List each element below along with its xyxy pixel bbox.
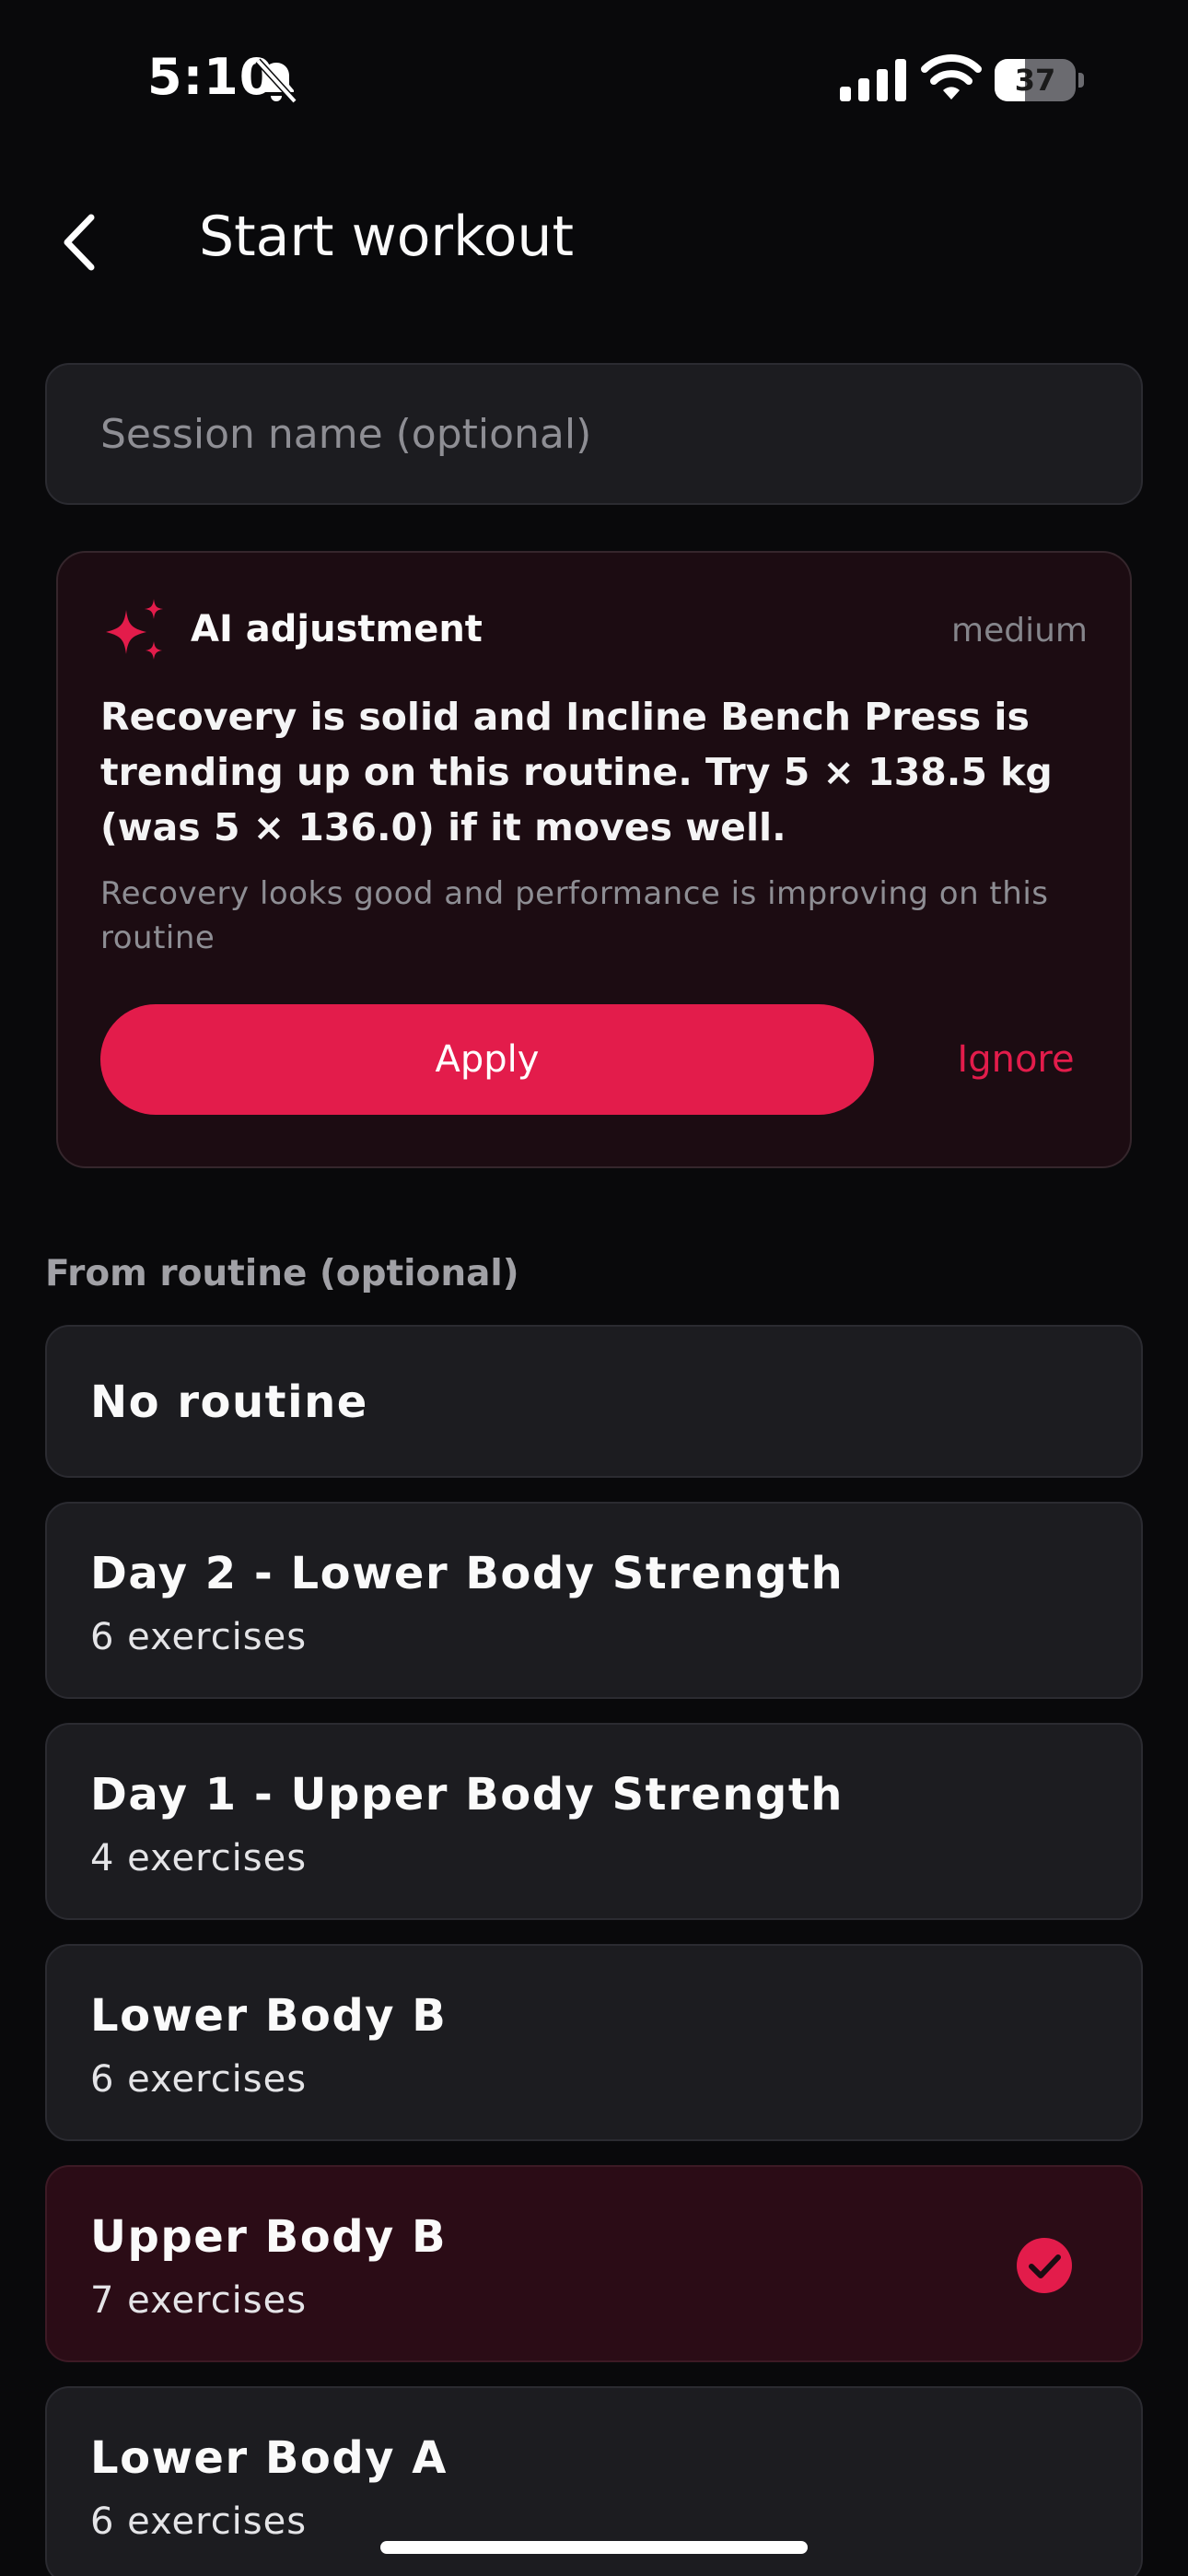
routine-item-day2-lower[interactable]: Day 2 - Lower Body Strength 6 exercises [45,1502,1143,1699]
routine-exercise-count: 4 exercises [90,1837,308,1879]
routine-section-label: From routine (optional) [45,1253,519,1294]
signal-icon [840,59,906,101]
routine-item-lower-body-b[interactable]: Lower Body B 6 exercises [45,1944,1143,2141]
page-title: Start workout [199,205,574,269]
routine-exercise-count: 6 exercises [90,2058,308,2101]
apply-button[interactable]: Apply [100,1004,874,1115]
back-button[interactable] [46,201,111,284]
routine-item-no-routine[interactable]: No routine [45,1325,1143,1478]
ai-confidence-level: medium [951,612,1088,650]
sparkle-icon [106,599,163,660]
routine-exercise-count: 7 exercises [90,2279,308,2322]
wifi-icon [921,54,982,100]
routine-exercise-count: 6 exercises [90,2500,308,2543]
ignore-button[interactable]: Ignore [924,1004,1108,1115]
routine-item-upper-body-b[interactable]: Upper Body B 7 exercises [45,2165,1143,2362]
start-workout-screen: 5:10 37 Start workout Session name (opti… [0,0,1188,2576]
routine-name: Lower Body B [90,1990,448,2042]
check-circle-icon [1017,2238,1072,2293]
routine-name: Day 1 - Upper Body Strength [90,1769,844,1821]
battery-icon: 37 [995,59,1084,101]
routine-exercise-count: 6 exercises [90,1616,308,1658]
ai-reason-text: Recovery looks good and performance is i… [100,875,1049,956]
ai-recommendation-text: Recovery is solid and Incline Bench Pres… [100,695,1053,849]
status-bar: 5:10 37 [0,0,1188,157]
routine-name: Upper Body B [90,2211,448,2263]
routine-name: Day 2 - Lower Body Strength [90,1548,844,1599]
routine-item-day1-upper[interactable]: Day 1 - Upper Body Strength 4 exercises [45,1723,1143,1920]
battery-level: 37 [1014,63,1056,98]
home-indicator[interactable] [380,2541,808,2554]
session-name-input[interactable] [45,363,1143,505]
chevron-left-icon [64,214,95,271]
routine-name: No routine [90,1376,368,1428]
ai-card-title: AI adjustment [191,608,483,650]
routine-name: Lower Body A [90,2432,448,2484]
ai-adjustment-card: AI adjustment medium Recovery is solid a… [56,551,1132,1168]
bell-slash-icon [255,58,297,104]
